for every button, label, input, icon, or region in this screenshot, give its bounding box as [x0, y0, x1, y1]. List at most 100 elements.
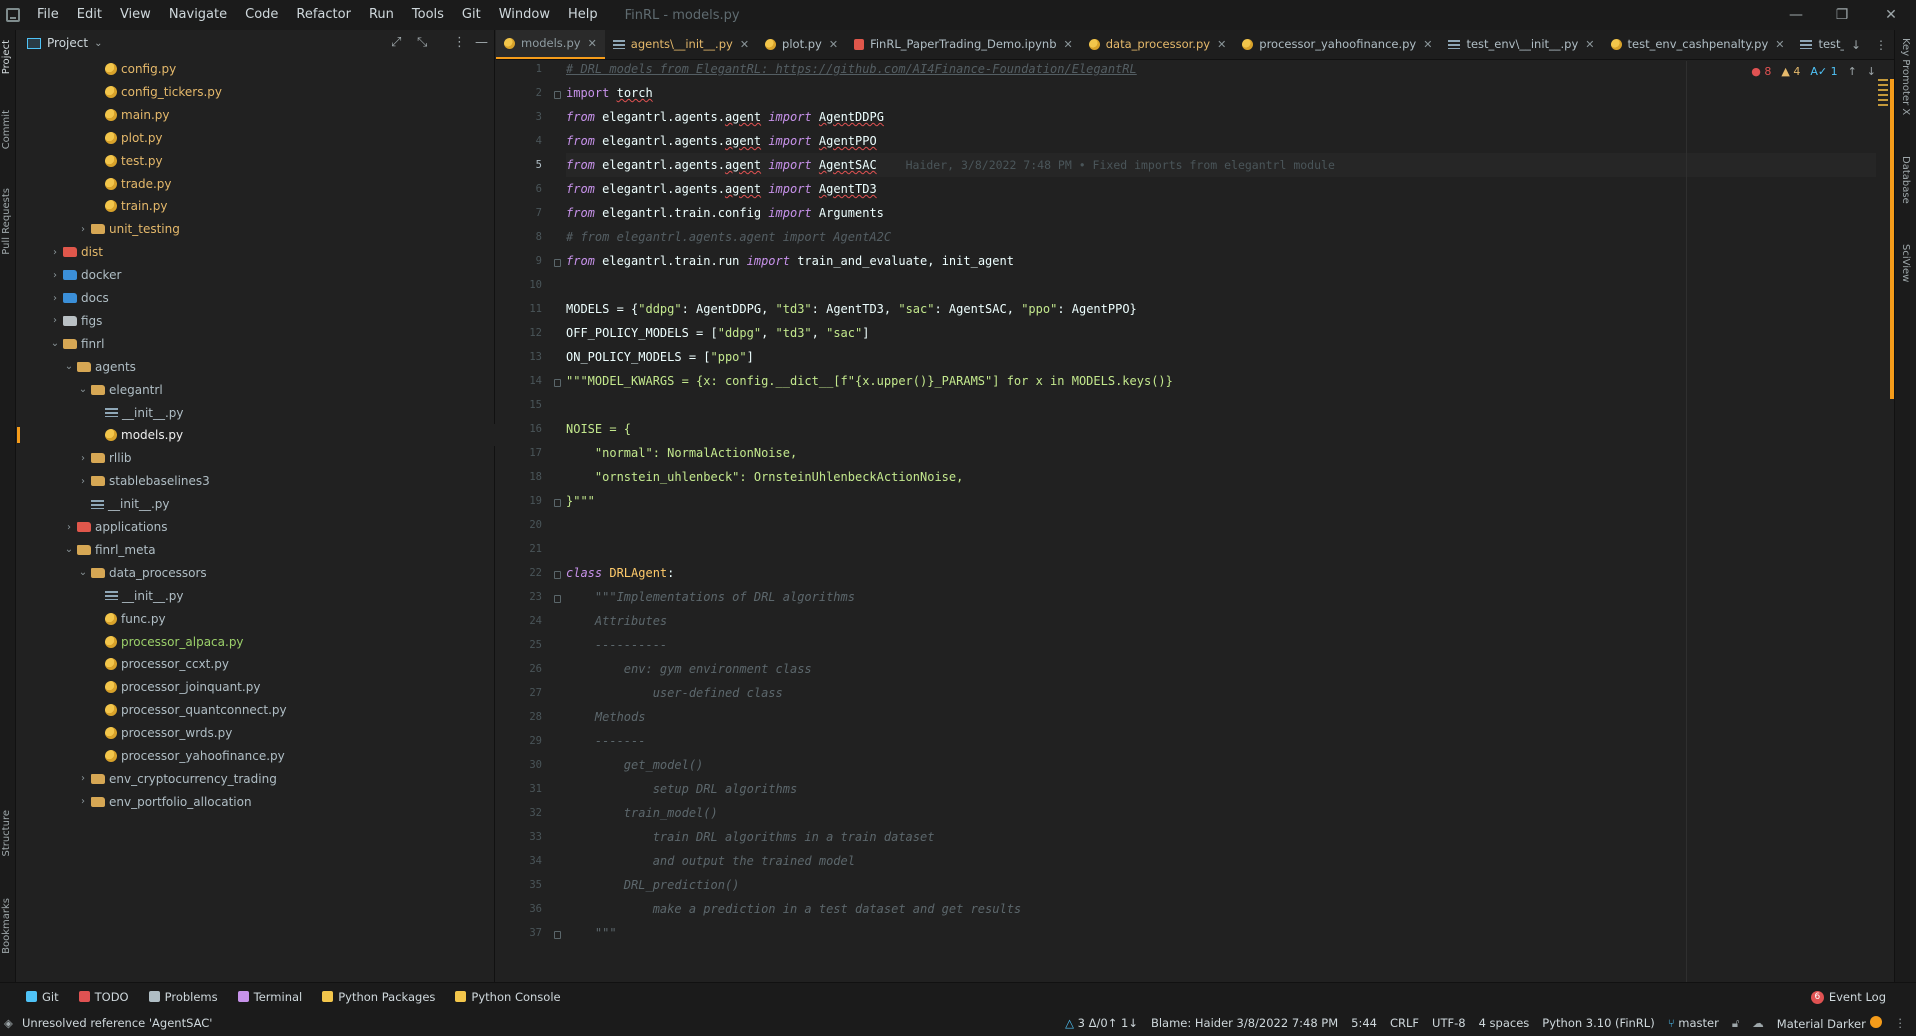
- line-number[interactable]: 37: [502, 927, 542, 939]
- menu-help[interactable]: Help: [559, 0, 607, 30]
- tree-folder[interactable]: › env_cryptocurrency_trading: [17, 768, 495, 790]
- fold-marker-icon[interactable]: [554, 259, 561, 267]
- chevron-right-icon[interactable]: ›: [77, 453, 89, 464]
- fold-marker-icon[interactable]: [554, 595, 561, 603]
- line-number[interactable]: 36: [502, 903, 542, 915]
- line-number[interactable]: 22: [502, 567, 542, 579]
- tool-window-button[interactable]: Problems: [139, 990, 228, 1004]
- chevron-down-icon[interactable]: ⌄: [77, 567, 89, 578]
- code-line[interactable]: from elegantrl.train.run import train_an…: [566, 249, 1014, 273]
- code-line[interactable]: OFF_POLICY_MODELS = ["ddpg", "td3", "sac…: [566, 321, 869, 345]
- code-line[interactable]: setup DRL algorithms: [566, 777, 798, 801]
- tree-file[interactable]: config.py: [17, 58, 495, 80]
- line-number[interactable]: 16: [502, 423, 542, 435]
- fold-marker-icon[interactable]: [554, 571, 561, 579]
- code-line[interactable]: import torch: [566, 81, 653, 105]
- code-line[interactable]: """: [566, 921, 617, 945]
- project-title[interactable]: Project: [47, 36, 88, 50]
- line-number[interactable]: 31: [502, 783, 542, 795]
- tool-tab-key-promoter[interactable]: Key Promoter X: [1900, 38, 1911, 115]
- line-number[interactable]: 7: [502, 207, 542, 219]
- tree-folder[interactable]: › docker: [17, 264, 495, 286]
- lock-icon[interactable]: 🔓︎: [1732, 1016, 1739, 1031]
- python-interpreter[interactable]: Python 3.10 (FinRL): [1542, 1016, 1654, 1030]
- event-log-button[interactable]: 6 Event Log: [1810, 983, 1886, 1011]
- code-line[interactable]: and output the trained model: [566, 849, 855, 873]
- typo-count[interactable]: A✓ 1: [1810, 65, 1837, 78]
- chevron-right-icon[interactable]: ›: [77, 224, 89, 235]
- code-line[interactable]: user-defined class: [566, 681, 783, 705]
- tool-tab-sciview[interactable]: SciView: [1900, 244, 1911, 282]
- editor-tab[interactable]: test_env\__init__.py ✕: [1440, 30, 1602, 59]
- code-line[interactable]: ON_POLICY_MODELS = ["ppo"]: [566, 345, 754, 369]
- tree-file[interactable]: plot.py: [17, 127, 495, 149]
- git-branch[interactable]: ⑂ master: [1668, 1016, 1719, 1030]
- code-line[interactable]: train_model(): [566, 801, 718, 825]
- close-tab-icon[interactable]: ✕: [1217, 38, 1226, 51]
- chevron-down-icon[interactable]: ⌄: [63, 361, 75, 372]
- tree-file[interactable]: processor_quantconnect.py: [17, 699, 495, 721]
- close-tab-icon[interactable]: ✕: [1423, 38, 1432, 51]
- line-number[interactable]: 25: [502, 639, 542, 651]
- tree-file[interactable]: train.py: [17, 195, 495, 217]
- chevron-right-icon[interactable]: ›: [63, 522, 75, 533]
- line-number[interactable]: 15: [502, 399, 542, 411]
- tree-folder[interactable]: › stablebaselines3: [17, 470, 495, 492]
- close-tab-icon[interactable]: ✕: [1585, 38, 1594, 51]
- code-line[interactable]: Methods: [566, 705, 646, 729]
- menu-file[interactable]: File: [28, 0, 68, 30]
- close-tab-icon[interactable]: ✕: [1775, 38, 1784, 51]
- chevron-right-icon[interactable]: ›: [49, 270, 61, 281]
- chevron-right-icon[interactable]: ›: [49, 247, 61, 258]
- power-save-icon[interactable]: ☁: [1752, 1016, 1764, 1030]
- tool-tab-commit[interactable]: Commit: [1, 110, 12, 149]
- tree-folder[interactable]: › unit_testing: [17, 218, 495, 240]
- collapse-all-icon[interactable]: ⤡: [417, 35, 427, 50]
- fold-marker-icon[interactable]: [554, 379, 561, 387]
- close-tab-icon[interactable]: ✕: [740, 38, 749, 51]
- line-number[interactable]: 23: [502, 591, 542, 603]
- tree-file[interactable]: processor_wrds.py: [17, 722, 495, 744]
- tree-folder[interactable]: › env_portfolio_allocation: [17, 791, 495, 813]
- tool-window-button[interactable]: Python Packages: [312, 990, 445, 1004]
- tool-window-button[interactable]: Python Console: [445, 990, 570, 1004]
- line-number[interactable]: 3: [502, 111, 542, 123]
- tree-file[interactable]: __init__.py: [17, 493, 495, 515]
- line-number[interactable]: 32: [502, 807, 542, 819]
- chevron-down-icon[interactable]: ⌄: [63, 544, 75, 555]
- code-line[interactable]: }""": [566, 489, 595, 513]
- code-area[interactable]: # DRL models from ElegantRL: https://git…: [566, 61, 1876, 982]
- chevron-right-icon[interactable]: ›: [77, 796, 89, 807]
- code-line[interactable]: -------: [566, 729, 646, 753]
- line-number[interactable]: 35: [502, 879, 542, 891]
- line-number[interactable]: 6: [502, 183, 542, 195]
- indent-setting[interactable]: 4 spaces: [1479, 1016, 1530, 1030]
- code-line[interactable]: # DRL models from ElegantRL: https://git…: [566, 61, 1137, 81]
- chevron-right-icon[interactable]: ›: [49, 293, 61, 304]
- blame-status[interactable]: Blame: Haider 3/8/2022 7:48 PM: [1151, 1016, 1338, 1030]
- code-line[interactable]: from elegantrl.agents.agent import Agent…: [566, 129, 877, 153]
- tree-file[interactable]: __init__.py: [17, 585, 495, 607]
- menu-run[interactable]: Run: [360, 0, 403, 30]
- line-separator[interactable]: CRLF: [1390, 1016, 1419, 1030]
- line-number[interactable]: 24: [502, 615, 542, 627]
- fold-marker-icon[interactable]: [554, 931, 561, 939]
- close-tab-icon[interactable]: ✕: [829, 38, 838, 51]
- menu-edit[interactable]: Edit: [68, 0, 111, 30]
- menu-navigate[interactable]: Navigate: [160, 0, 236, 30]
- menu-window[interactable]: Window: [490, 0, 559, 30]
- fold-marker-icon[interactable]: [554, 91, 561, 99]
- tool-window-button[interactable]: TODO: [69, 990, 139, 1004]
- line-number[interactable]: 26: [502, 663, 542, 675]
- line-number[interactable]: 2: [502, 87, 542, 99]
- previous-highlight-icon[interactable]: ↑: [1848, 65, 1857, 78]
- code-line[interactable]: make a prediction in a test dataset and …: [566, 897, 1021, 921]
- line-number[interactable]: 28: [502, 711, 542, 723]
- tree-folder[interactable]: ⌄ agents: [17, 356, 495, 378]
- close-tab-icon[interactable]: ✕: [588, 37, 597, 50]
- tree-file[interactable]: config_tickers.py: [17, 81, 495, 103]
- editor-tab[interactable]: agents\__init__.py ✕: [605, 30, 757, 59]
- code-line[interactable]: """MODEL_KWARGS = {x: config.__dict__[f"…: [566, 369, 1173, 393]
- code-line[interactable]: get_model(): [566, 753, 703, 777]
- tree-folder[interactable]: › figs: [17, 310, 495, 332]
